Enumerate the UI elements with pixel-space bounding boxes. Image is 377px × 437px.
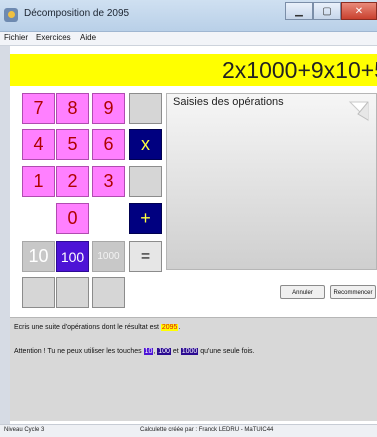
key-100[interactable]: 100 [56,241,89,272]
blank-key-1[interactable] [129,93,162,124]
operations-title: Saisies des opérations [173,96,284,108]
key-8[interactable]: 8 [56,93,89,124]
warning-text-end: qu'une seule fois. [198,348,255,355]
cancel-button[interactable]: Annuler [280,285,325,299]
blank-key-3[interactable] [22,277,55,308]
expression-text: 2x1000+9x10+5 [222,57,377,83]
level-text: Niveau Cycle 3 [4,427,45,433]
title-bar: Décomposition de 2095 ▁ ▢ ✕ [0,0,377,32]
separator-et: et [170,348,181,355]
tag-100: 100 [157,348,171,355]
instruction-text: Ecris une suite d'opérations dont le rés… [14,324,161,331]
close-icon[interactable]: ✕ [341,2,377,20]
key-5[interactable]: 5 [56,129,89,160]
key-1[interactable]: 1 [22,166,55,197]
key-9[interactable]: 9 [92,93,125,124]
maximize-icon[interactable]: ▢ [313,2,341,20]
menu-bar: Fichier Exercices Aide [0,32,377,46]
blank-key-5[interactable] [92,277,125,308]
page-curl-icon [348,101,369,122]
instruction-line-1: Ecris une suite d'opérations dont le rés… [14,324,180,331]
key-7[interactable]: 7 [22,93,55,124]
key-6[interactable]: 6 [92,129,125,160]
operations-panel: Saisies des opérations [166,93,377,270]
blank-key-4[interactable] [56,277,89,308]
warning-text: Attention ! Tu ne peux utiliser les touc… [14,348,144,355]
menu-aide[interactable]: Aide [80,33,96,42]
status-bar: Niveau Cycle 3 Calculette créée par : Fr… [0,424,377,437]
key-4[interactable]: 4 [22,129,55,160]
app-icon [4,8,18,22]
instructions-panel: Ecris une suite d'opérations dont le rés… [10,317,377,421]
key-10[interactable]: 10 [22,241,55,272]
window-title: Décomposition de 2095 [24,8,130,19]
minimize-icon[interactable]: ▁ [285,2,313,20]
menu-exercices[interactable]: Exercices [36,33,71,42]
key-0[interactable]: 0 [56,203,89,234]
key-3[interactable]: 3 [92,166,125,197]
key-1000[interactable]: 1000 [92,241,125,272]
instruction-line-2: Attention ! Tu ne peux utiliser les touc… [14,348,254,355]
restart-button[interactable]: Recommencer [330,285,376,299]
key-2[interactable]: 2 [56,166,89,197]
blank-key-2[interactable] [129,166,162,197]
target-number: 2095 [160,324,179,331]
menu-fichier[interactable]: Fichier [4,33,28,42]
plus-key[interactable]: + [129,203,162,234]
expression-display: 2x1000+9x10+5 [10,54,377,86]
tag-1000: 1000 [180,348,199,355]
credit-text: Calculette créée par : Franck LEDRU - Ma… [140,427,274,433]
tag-10: 10 [143,348,154,355]
multiply-key[interactable]: x [129,129,162,160]
window-controls: ▁ ▢ ✕ [285,2,377,20]
equals-key[interactable]: = [129,241,162,272]
instruction-text-end: . [178,324,181,331]
